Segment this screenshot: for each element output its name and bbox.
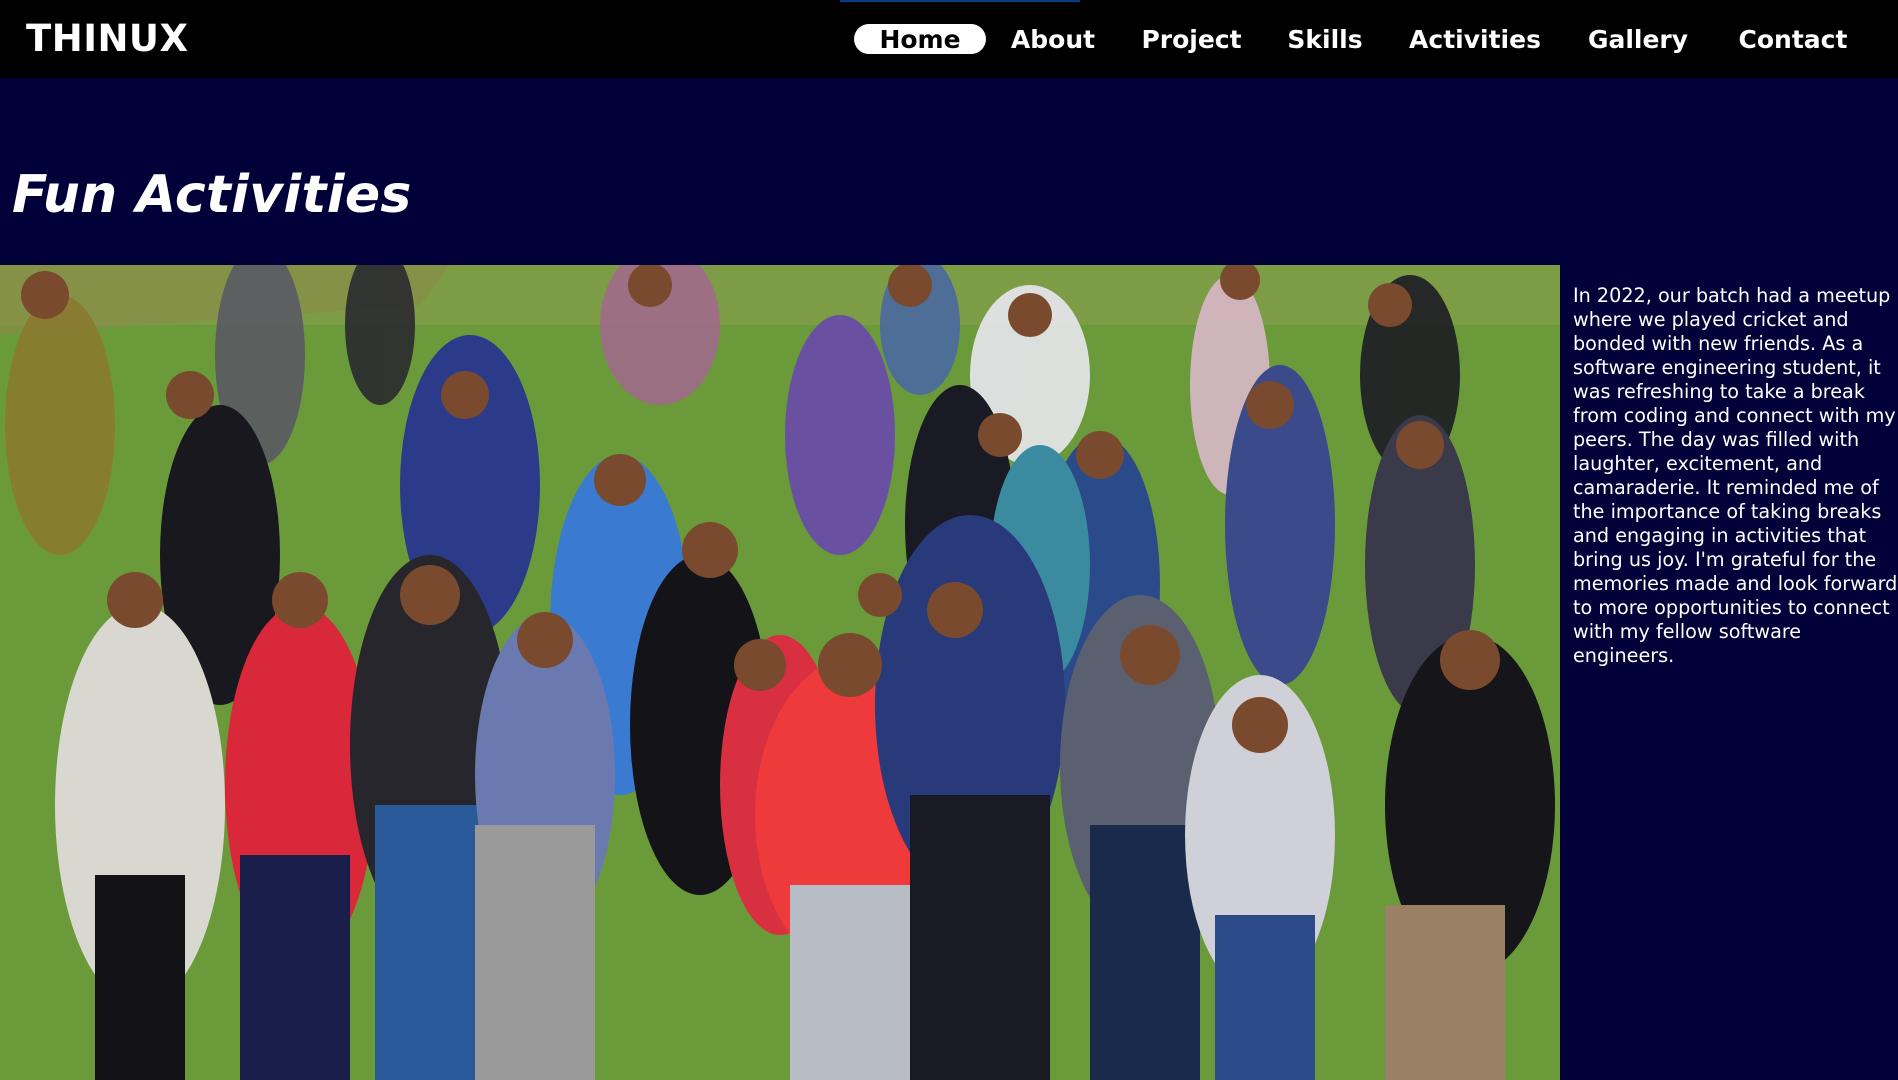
nav-home-link[interactable]: Home xyxy=(854,24,986,54)
nav-contact-link[interactable]: Contact xyxy=(1737,24,1849,54)
group-photo-illustration xyxy=(0,265,1560,1080)
nav-project-link[interactable]: Project xyxy=(1140,24,1243,54)
nav-gallery-link[interactable]: Gallery xyxy=(1588,24,1688,54)
top-navbar: THINUX Home About Project Skills Activit… xyxy=(0,0,1898,78)
activity-description: In 2022, our batch had a meetup where we… xyxy=(1573,284,1898,667)
nav-activities-link[interactable]: Activities xyxy=(1409,24,1541,54)
nav-skills-link[interactable]: Skills xyxy=(1285,24,1365,54)
nav-menu: Home About Project Skills Activities Gal… xyxy=(0,0,1898,78)
section-title: Fun Activities xyxy=(12,165,412,225)
nav-about-link[interactable]: About xyxy=(1004,24,1102,54)
group-photo xyxy=(0,265,1560,1080)
